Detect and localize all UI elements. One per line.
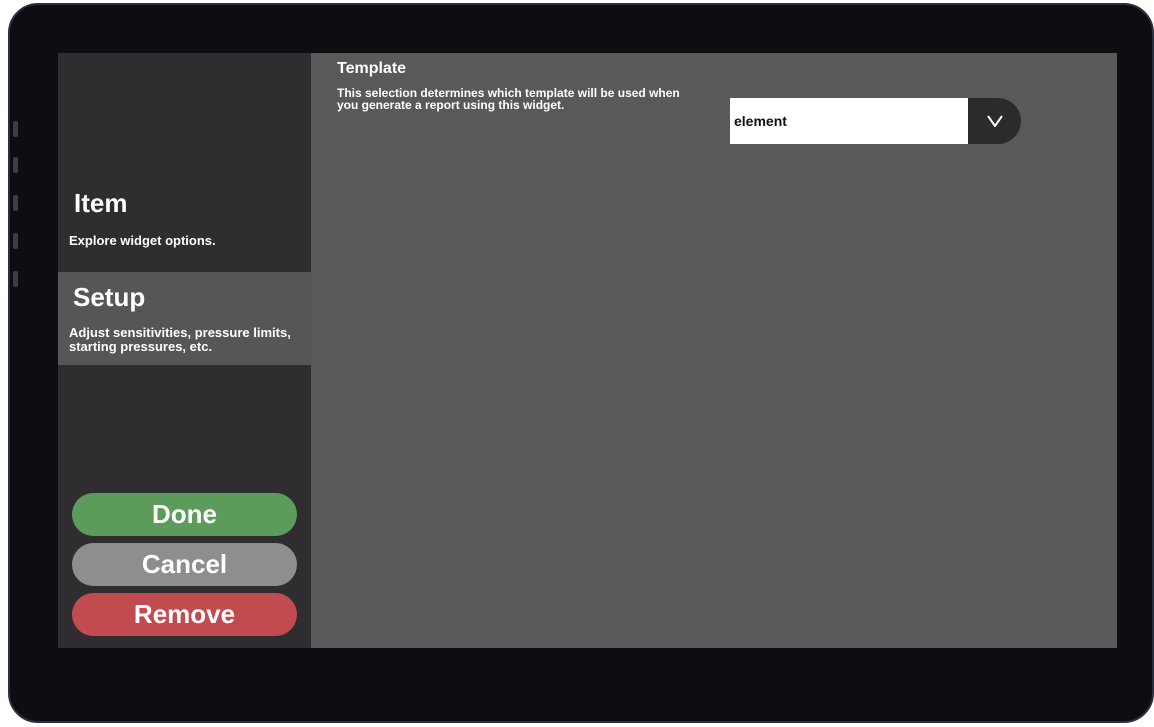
template-setting-title: Template — [337, 60, 407, 77]
side-hardware-button — [13, 233, 18, 249]
template-select-toggle[interactable] — [968, 98, 1021, 144]
template-select[interactable]: element — [730, 98, 1021, 144]
sidebar-item-title: Setup — [73, 282, 146, 312]
side-hardware-button — [13, 271, 18, 287]
sidebar-item-setup[interactable]: Setup Adjust sensitivities, pressure lim… — [58, 272, 311, 365]
done-button[interactable]: Done — [72, 493, 297, 536]
sidebar-item-description: Adjust sensitivities, pressure limits, s… — [69, 325, 291, 354]
widget-settings-screen: Item Explore widget options. Setup Adjus… — [58, 53, 1117, 648]
sidebar-item-title: Item — [74, 188, 128, 218]
chevron-down-icon — [986, 115, 1003, 127]
cancel-button[interactable]: Cancel — [72, 543, 297, 586]
template-select-value[interactable]: element — [730, 98, 968, 144]
sidebar: Item Explore widget options. Setup Adjus… — [58, 53, 311, 648]
side-hardware-button — [13, 121, 18, 137]
sidebar-item-item[interactable]: Item Explore widget options. — [58, 53, 311, 272]
sidebar-item-description: Explore widget options. — [69, 233, 216, 248]
template-setting-description: This selection determines which template… — [337, 86, 680, 112]
side-hardware-button — [13, 195, 18, 211]
remove-button[interactable]: Remove — [72, 593, 297, 636]
side-hardware-button — [13, 157, 18, 173]
